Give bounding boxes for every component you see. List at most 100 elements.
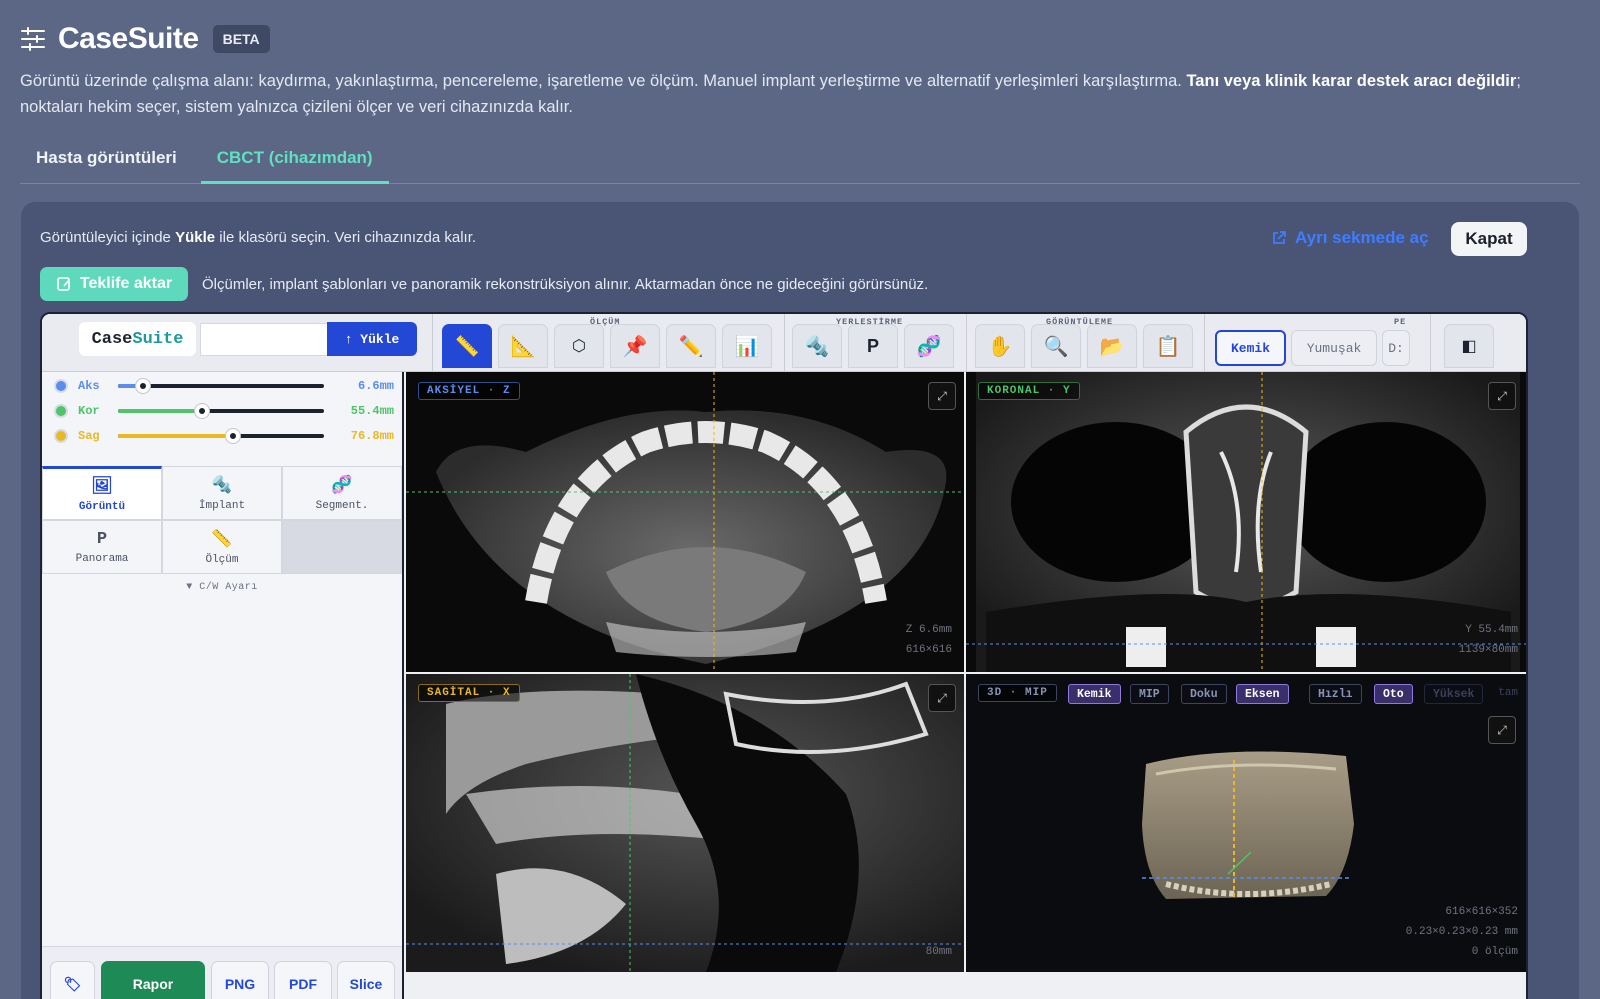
slice-button[interactable]: Slice bbox=[337, 961, 395, 999]
letter-p-icon: P bbox=[866, 335, 879, 356]
tag-icon: 🏷 bbox=[63, 975, 82, 992]
expand-icon[interactable]: ⤢ bbox=[928, 382, 956, 410]
implant-icon: 🔩 bbox=[804, 335, 830, 358]
axial-track[interactable] bbox=[118, 378, 324, 394]
sagittal-track[interactable] bbox=[118, 428, 324, 444]
coronal-scan-image bbox=[966, 372, 1526, 672]
expand-icon[interactable]: ⤢ bbox=[1488, 382, 1516, 410]
pin-icon: 📌 bbox=[622, 335, 648, 358]
implant-tool[interactable]: 🔩 bbox=[792, 324, 842, 368]
report-button[interactable]: Rapor bbox=[101, 961, 205, 999]
slider-coronal[interactable]: Kor 55.4mm bbox=[54, 401, 394, 421]
close-button[interactable]: Kapat bbox=[1451, 222, 1527, 256]
volume-dimensions: 616×616×352 bbox=[1445, 906, 1518, 918]
sagittal-dot bbox=[54, 429, 68, 443]
toolbar-divider bbox=[1204, 314, 1205, 372]
coronal-label: KORONAL · Y bbox=[978, 382, 1080, 400]
zoom-tool[interactable]: 🔍 bbox=[1031, 324, 1081, 368]
coronal-thumb[interactable] bbox=[194, 403, 211, 419]
voxel-size: 0.23×0.23×0.23 mm bbox=[1405, 926, 1518, 938]
axial-thumb[interactable] bbox=[134, 378, 151, 394]
angle-tool[interactable]: 📐 bbox=[498, 324, 548, 368]
toolbar-divider bbox=[432, 314, 433, 372]
export-to-offer-button[interactable]: Teklife aktar bbox=[40, 267, 188, 301]
upload-button[interactable]: ↑ Yükle bbox=[327, 322, 417, 356]
sagittal-thumb[interactable] bbox=[225, 428, 242, 444]
tag-button[interactable]: 🏷 bbox=[50, 961, 95, 999]
cbct-panel: Görüntüleyici içinde Yükle ile klasörü s… bbox=[21, 202, 1579, 999]
polygon-tool[interactable]: ⬡ bbox=[554, 324, 604, 368]
folder-icon: 📂 bbox=[1099, 335, 1125, 358]
axial-dot bbox=[54, 379, 68, 393]
cbct-viewer: Case Suite ↑ Yükle ÖLÇÜM 📏 📐 ⬡ 📌 ✏️ 📊 YER… bbox=[40, 312, 1528, 999]
angle-icon: 📐 bbox=[510, 335, 536, 358]
viewer-brand: Case Suite bbox=[79, 322, 196, 356]
sidebar-tab-measure[interactable]: 📏 Ölçüm bbox=[162, 520, 282, 574]
implant-icon: 🔩 bbox=[211, 476, 233, 496]
picture-icon: 🖼 bbox=[91, 477, 113, 497]
panel-toggle-button[interactable]: ◧ bbox=[1444, 324, 1494, 368]
disclaimer: Tanı veya klinik karar destek aracı deği… bbox=[1186, 72, 1517, 90]
sidebar-tab-segment[interactable]: 🧬 Segment. bbox=[282, 466, 402, 520]
coronal-dot bbox=[54, 404, 68, 418]
panorama-tool[interactable]: P bbox=[848, 324, 898, 368]
pencil-tool[interactable]: ✏️ bbox=[666, 324, 716, 368]
coronal-pane[interactable]: KORONAL · Y ⤢ Y 55.4mm 1139×80mm bbox=[966, 372, 1526, 672]
export-note: Ölçümler, implant şablonları ve panorami… bbox=[202, 276, 929, 293]
tab-cbct-device[interactable]: CBCT (cihazımdan) bbox=[200, 140, 389, 184]
sidebar-tab-implant[interactable]: 🔩 İmplant bbox=[162, 466, 282, 520]
sidebar-tab-image[interactable]: 🖼 Görüntü bbox=[42, 466, 162, 520]
chart-tool[interactable]: 📊 bbox=[722, 324, 772, 368]
measurement-count: 0 ölçüm bbox=[1471, 946, 1518, 958]
sagittal-label: SAGİTAL · X bbox=[418, 684, 520, 702]
magnifier-icon: 🔍 bbox=[1043, 335, 1069, 358]
hexagon-icon: ⬡ bbox=[572, 338, 586, 355]
coronal-track[interactable] bbox=[118, 403, 324, 419]
png-button[interactable]: PNG bbox=[211, 961, 269, 999]
preset-other[interactable]: D: bbox=[1382, 330, 1410, 366]
sagittal-dimensions: 80mm bbox=[925, 946, 952, 958]
ruler-icon: 📏 bbox=[211, 530, 233, 550]
sliders-icon bbox=[21, 27, 45, 51]
folder-path-input[interactable] bbox=[200, 323, 328, 356]
clipboard-icon: 📋 bbox=[1155, 335, 1181, 358]
preset-bone[interactable]: Kemik bbox=[1215, 330, 1286, 366]
hand-icon: ✋ bbox=[987, 335, 1013, 358]
upload-hint: Görüntüleyici içinde Yükle ile klasörü s… bbox=[40, 229, 477, 246]
slider-sagittal[interactable]: Sag 76.8mm bbox=[54, 426, 394, 446]
letter-p-icon: P bbox=[96, 529, 108, 549]
viewer-sidebar: Aks 6.6mm Kor 55.4mm Sag 76.8mm 🖼 Görüntü… bbox=[42, 372, 404, 999]
toolbar-divider bbox=[784, 314, 785, 372]
pencil-icon: ✏️ bbox=[678, 335, 704, 358]
source-tabs: Hasta görüntüleri CBCT (cihazımdan) bbox=[20, 140, 1580, 184]
ruler-tool[interactable]: 📏 bbox=[442, 324, 492, 368]
open-new-tab-link[interactable]: Ayrı sekmede aç bbox=[1271, 228, 1429, 248]
chart-icon: 📊 bbox=[734, 335, 760, 358]
axial-scan-image bbox=[406, 372, 964, 672]
beta-badge: BETA bbox=[212, 25, 270, 53]
dna-icon: 🧬 bbox=[916, 335, 942, 358]
export-buttons: 🏷 Rapor PNG PDF Slice bbox=[42, 946, 402, 999]
pdf-button[interactable]: PDF bbox=[274, 961, 332, 999]
sidebar-tab-panorama[interactable]: P Panorama bbox=[42, 520, 162, 574]
intro-text: Görüntü üzerinde çalışma alanı: kaydırma… bbox=[20, 72, 1521, 116]
external-link-icon bbox=[1273, 231, 1286, 244]
sagittal-pane[interactable]: SAGİTAL · X ⤢ 80mm bbox=[406, 674, 964, 972]
tab-patient-images[interactable]: Hasta görüntüleri bbox=[20, 140, 193, 184]
expand-icon[interactable]: ⤢ bbox=[928, 684, 956, 712]
edit-icon bbox=[57, 277, 70, 291]
preset-soft-tissue[interactable]: Yumuşak bbox=[1291, 330, 1377, 366]
render-3d-pane[interactable]: 3D · MIP Kemik MIP Doku Eksen Hızlı Oto … bbox=[966, 674, 1526, 972]
sidebar-toggle-icon: ◧ bbox=[1461, 338, 1477, 355]
slider-axial[interactable]: Aks 6.6mm bbox=[54, 376, 394, 396]
axial-pane[interactable]: AKSİYEL · Z ⤢ Z 6.6mm 616×616 bbox=[406, 372, 964, 672]
ruler-icon: 📏 bbox=[454, 335, 480, 358]
segment-tool[interactable]: 🧬 bbox=[904, 324, 954, 368]
cw-settings-toggle[interactable]: ▼ C/W Ayarı bbox=[42, 582, 402, 593]
folder-tool[interactable]: 📂 bbox=[1087, 324, 1137, 368]
pan-tool[interactable]: ✋ bbox=[975, 324, 1025, 368]
toolbar-divider bbox=[966, 314, 967, 372]
clipboard-tool[interactable]: 📋 bbox=[1143, 324, 1193, 368]
pin-tool[interactable]: 📌 bbox=[610, 324, 660, 368]
dna-icon: 🧬 bbox=[331, 476, 353, 496]
